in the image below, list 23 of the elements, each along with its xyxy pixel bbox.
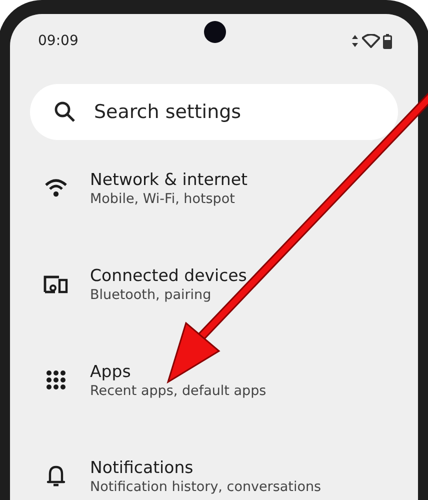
data-arrows-icon: [350, 35, 359, 47]
settings-item[interactable]: Apps Recent apps, default apps: [30, 332, 398, 428]
item-subtitle: Mobile, Wi-Fi, hotspot: [90, 190, 236, 206]
wifi-icon: [44, 178, 68, 198]
status-time: 09:09: [38, 33, 78, 49]
item-subtitle: Recent apps, default apps: [90, 382, 266, 398]
item-subtitle: Bluetooth, pairing: [90, 286, 212, 302]
app-grid-icon: [46, 370, 66, 390]
devices-icon: [43, 274, 69, 294]
wifi-signal-icon: [362, 34, 380, 48]
search-icon: [54, 101, 76, 123]
item-title: Apps: [90, 362, 132, 380]
camera-hole: [204, 21, 226, 43]
item-subtitle: Notification history, conversations: [90, 478, 322, 494]
item-title: Notifications: [90, 458, 194, 476]
settings-item[interactable]: Network & internet Mobile, Wi-Fi, hotspot: [30, 140, 398, 236]
item-title: Network & internet: [90, 170, 248, 188]
settings-item[interactable]: Connected devices Bluetooth, pairing: [30, 236, 398, 332]
item-title: Connected devices: [90, 266, 247, 284]
settings-item[interactable]: Notifications Notification history, conversations: [30, 428, 398, 500]
search-field[interactable]: Search settings: [30, 84, 398, 140]
battery-icon: [382, 34, 392, 48]
bell-icon: [46, 464, 66, 488]
